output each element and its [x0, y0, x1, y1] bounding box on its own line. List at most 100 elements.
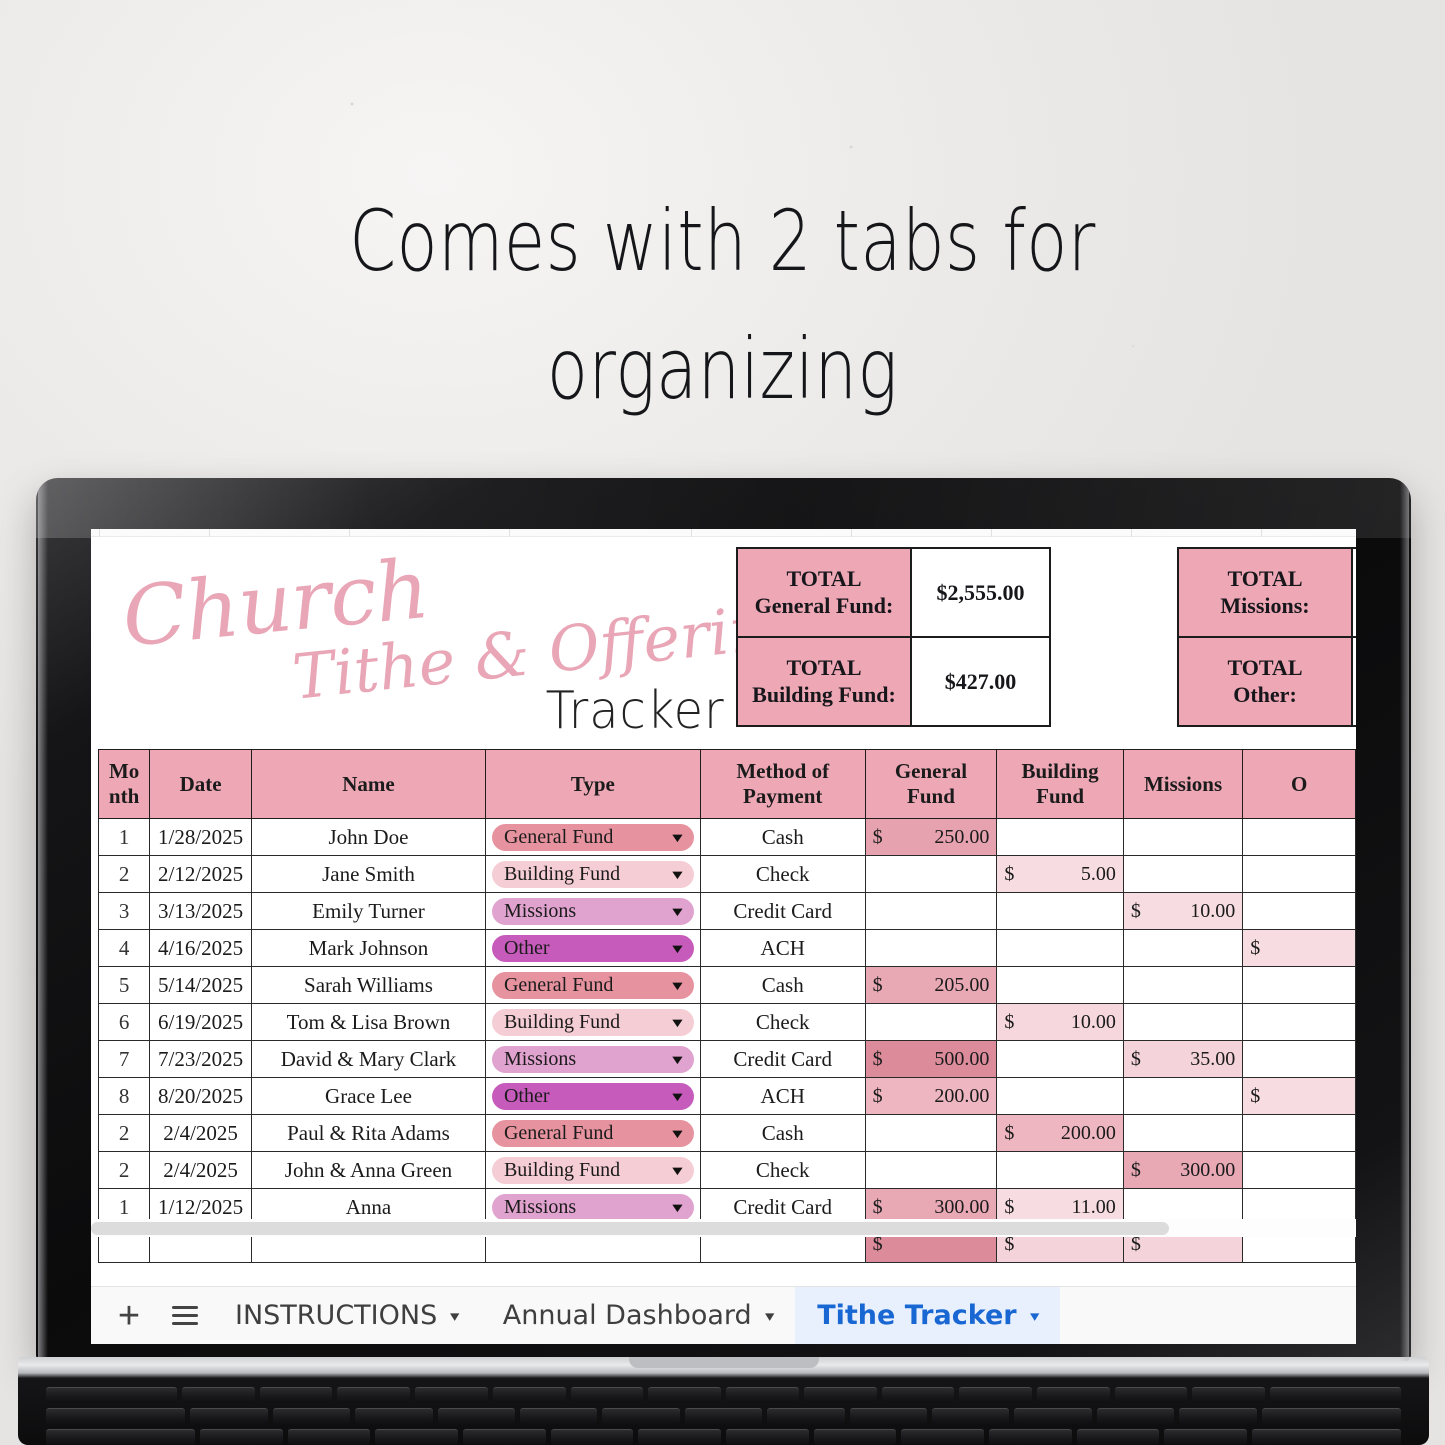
table-row[interactable]: 5 5/14/2025 Sarah Williams General Fund ▼ Cas… [97, 966, 1356, 1004]
cell-method-of-payment[interactable]: ACH [699, 1077, 866, 1115]
cell-other[interactable] [1242, 818, 1356, 856]
cell-name[interactable]: Grace Lee [251, 1077, 486, 1115]
cell-month[interactable]: 6 [97, 1003, 151, 1041]
cell-missions[interactable] [1122, 818, 1244, 856]
type-chip[interactable]: General Fund ▼ [491, 971, 694, 999]
cell-general-fund[interactable] [864, 1114, 998, 1152]
cell-missions[interactable] [1122, 855, 1244, 893]
cell-name[interactable]: John Doe [251, 818, 486, 856]
cell-general-fund[interactable]: $500.00 [864, 1040, 998, 1078]
chevron-down-icon[interactable]: ▼ [669, 1127, 686, 1140]
cell-month[interactable]: 7 [97, 1040, 151, 1078]
cell-other[interactable]: $ [1242, 929, 1356, 967]
cell-missions[interactable]: $300.00 [1122, 1151, 1244, 1189]
cell-building-fund[interactable] [996, 1040, 1124, 1078]
cell-type[interactable]: General Fund ▼ [484, 818, 701, 856]
cell-name[interactable]: Emily Turner [251, 892, 486, 930]
cell-date[interactable]: 2/4/2025 [149, 1114, 252, 1152]
cell-name[interactable]: Tom & Lisa Brown [251, 1003, 486, 1041]
sheet-tab-annual-dashboard[interactable]: Annual Dashboard ▾ [481, 1287, 795, 1345]
cell-method-of-payment[interactable]: Cash [699, 1114, 866, 1152]
type-chip[interactable]: Missions ▼ [491, 1193, 694, 1221]
table-row[interactable]: 1 1/28/2025 John Doe General Fund ▼ Cash $250.… [97, 818, 1356, 856]
cell-missions[interactable]: $10.00 [1122, 892, 1244, 930]
col-header-missions[interactable]: Missions [1122, 749, 1244, 819]
cell-general-fund[interactable]: $205.00 [864, 966, 998, 1004]
cell-method-of-payment[interactable]: Check [699, 1003, 866, 1041]
sheet-tab-tithe-tracker[interactable]: Tithe Tracker ▾ [795, 1286, 1061, 1344]
cell-type[interactable]: Building Fund ▼ [484, 855, 701, 893]
cell-general-fund[interactable]: $200.00 [864, 1077, 998, 1115]
cell-type[interactable]: Missions ▼ [484, 892, 701, 930]
cell-name[interactable]: Mark Johnson [251, 929, 486, 967]
chevron-down-icon[interactable]: ▼ [669, 868, 686, 881]
type-chip[interactable]: General Fund ▼ [491, 1119, 694, 1147]
cell-date[interactable]: 3/13/2025 [149, 892, 252, 930]
chevron-down-icon[interactable]: ▼ [669, 942, 686, 955]
chevron-down-icon[interactable]: ▼ [669, 1053, 686, 1066]
cell-other[interactable] [1242, 1151, 1356, 1189]
chevron-down-icon[interactable]: ▼ [669, 905, 686, 918]
cell-general-fund[interactable]: $250.00 [864, 818, 998, 856]
cell-building-fund[interactable] [996, 929, 1124, 967]
chevron-down-icon[interactable]: ▼ [669, 1164, 686, 1177]
horizontal-scrollbar[interactable] [91, 1219, 1356, 1237]
cell-type[interactable]: Building Fund ▼ [484, 1003, 701, 1041]
cell-type[interactable]: General Fund ▼ [484, 1114, 701, 1152]
cell-date[interactable]: 4/16/2025 [149, 929, 252, 967]
cell-general-fund[interactable] [864, 892, 998, 930]
cell-missions[interactable] [1122, 1114, 1244, 1152]
chevron-down-icon[interactable]: ▼ [669, 1090, 686, 1103]
sheet-tab-instructions[interactable]: INSTRUCTIONS ▾ [213, 1287, 481, 1345]
table-row[interactable]: 4 4/16/2025 Mark Johnson Other ▼ ACH $ [97, 929, 1356, 967]
cell-building-fund[interactable]: $5.00 [996, 855, 1124, 893]
cell-building-fund[interactable]: $200.00 [996, 1114, 1124, 1152]
table-row[interactable]: 3 3/13/2025 Emily Turner Missions ▼ Credit Ca… [97, 892, 1356, 930]
table-row[interactable]: 2 2/4/2025 Paul & Rita Adams General Fund ▼ C… [97, 1114, 1356, 1152]
col-header-other[interactable]: O [1242, 749, 1356, 819]
type-chip[interactable]: Building Fund ▼ [491, 860, 694, 888]
cell-type[interactable]: Other ▼ [484, 1077, 701, 1115]
cell-other[interactable] [1242, 892, 1356, 930]
cell-month[interactable]: 3 [97, 892, 151, 930]
cell-missions[interactable] [1122, 1003, 1244, 1041]
chevron-down-icon[interactable]: ▾ [765, 1307, 774, 1325]
cell-building-fund[interactable] [996, 966, 1124, 1004]
cell-date[interactable]: 1/28/2025 [149, 818, 252, 856]
table-row[interactable]: 7 7/23/2025 David & Mary Clark Missions ▼ Cre… [97, 1040, 1356, 1078]
cell-method-of-payment[interactable]: Credit Card [699, 1040, 866, 1078]
cell-type[interactable]: Other ▼ [484, 929, 701, 967]
type-chip[interactable]: Other ▼ [491, 1082, 694, 1110]
cell-other[interactable] [1242, 1040, 1356, 1078]
col-header-month[interactable]: Mo nth [97, 749, 151, 819]
cell-general-fund[interactable] [864, 1003, 998, 1041]
col-header-building-fund[interactable]: Building Fund [996, 749, 1124, 819]
cell-missions[interactable]: $35.00 [1122, 1040, 1244, 1078]
cell-general-fund[interactable] [864, 929, 998, 967]
cell-name[interactable]: Sarah Williams [251, 966, 486, 1004]
cell-general-fund[interactable] [864, 855, 998, 893]
table-row[interactable]: 2 2/12/2025 Jane Smith Building Fund ▼ Check $… [97, 855, 1356, 893]
type-chip[interactable]: Missions ▼ [491, 897, 694, 925]
add-sheet-icon[interactable]: + [101, 1287, 157, 1345]
cell-name[interactable]: David & Mary Clark [251, 1040, 486, 1078]
cell-building-fund[interactable] [996, 892, 1124, 930]
chevron-down-icon[interactable]: ▼ [669, 1201, 686, 1214]
totals-value-general-fund[interactable]: $2,555.00 [912, 549, 1049, 636]
cell-date[interactable]: 6/19/2025 [149, 1003, 252, 1041]
type-chip[interactable]: Other ▼ [491, 934, 694, 962]
totals-value-building-fund[interactable]: $427.00 [912, 638, 1049, 725]
cell-missions[interactable] [1122, 1077, 1244, 1115]
totals-value-missions[interactable]: $38 [1353, 549, 1356, 636]
cell-date[interactable]: 7/23/2025 [149, 1040, 252, 1078]
cell-other[interactable] [1242, 1114, 1356, 1152]
cell-missions[interactable] [1122, 966, 1244, 1004]
all-sheets-menu-icon[interactable] [157, 1287, 213, 1345]
cell-date[interactable]: 2/12/2025 [149, 855, 252, 893]
type-chip[interactable]: General Fund ▼ [491, 823, 694, 851]
cell-month[interactable]: 8 [97, 1077, 151, 1115]
chevron-down-icon[interactable]: ▼ [669, 979, 686, 992]
chevron-down-icon[interactable]: ▾ [450, 1307, 459, 1325]
cell-month[interactable]: 2 [97, 1114, 151, 1152]
type-chip[interactable]: Building Fund ▼ [491, 1156, 694, 1184]
